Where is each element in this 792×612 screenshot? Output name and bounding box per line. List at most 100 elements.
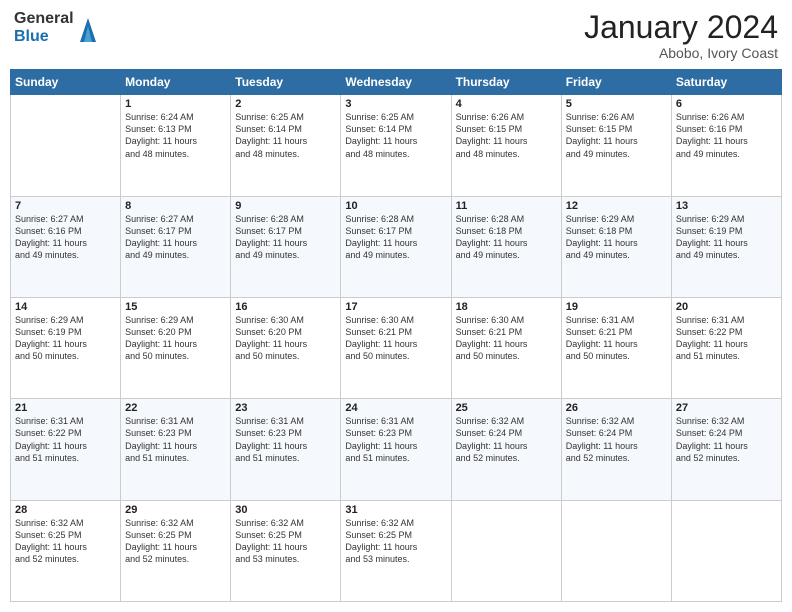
calendar-cell (11, 95, 121, 196)
day-info: Sunrise: 6:31 AMSunset: 6:22 PMDaylight:… (676, 314, 777, 363)
calendar-header-row: Sunday Monday Tuesday Wednesday Thursday… (11, 70, 782, 95)
day-number: 4 (456, 98, 557, 110)
week-row-1: 1Sunrise: 6:24 AMSunset: 6:13 PMDaylight… (11, 95, 782, 196)
calendar-cell: 3Sunrise: 6:25 AMSunset: 6:14 PMDaylight… (341, 95, 451, 196)
logo-icon (78, 14, 98, 42)
calendar-cell: 27Sunrise: 6:32 AMSunset: 6:24 PMDayligh… (671, 399, 781, 500)
calendar-cell: 19Sunrise: 6:31 AMSunset: 6:21 PMDayligh… (561, 297, 671, 398)
col-header-friday: Friday (561, 70, 671, 95)
day-info: Sunrise: 6:29 AMSunset: 6:18 PMDaylight:… (566, 213, 667, 262)
calendar-cell: 2Sunrise: 6:25 AMSunset: 6:14 PMDaylight… (231, 95, 341, 196)
logo-blue: Blue (14, 28, 74, 46)
calendar-cell: 14Sunrise: 6:29 AMSunset: 6:19 PMDayligh… (11, 297, 121, 398)
calendar-cell (671, 500, 781, 601)
day-number: 20 (676, 301, 777, 313)
day-info: Sunrise: 6:27 AMSunset: 6:17 PMDaylight:… (125, 213, 226, 262)
day-info: Sunrise: 6:28 AMSunset: 6:17 PMDaylight:… (345, 213, 446, 262)
calendar-cell: 9Sunrise: 6:28 AMSunset: 6:17 PMDaylight… (231, 196, 341, 297)
day-number: 5 (566, 98, 667, 110)
day-info: Sunrise: 6:29 AMSunset: 6:19 PMDaylight:… (15, 314, 116, 363)
calendar-cell (561, 500, 671, 601)
day-number: 9 (235, 200, 336, 212)
calendar-cell (451, 500, 561, 601)
week-row-5: 28Sunrise: 6:32 AMSunset: 6:25 PMDayligh… (11, 500, 782, 601)
day-info: Sunrise: 6:32 AMSunset: 6:25 PMDaylight:… (125, 517, 226, 566)
day-number: 15 (125, 301, 226, 313)
day-number: 2 (235, 98, 336, 110)
day-number: 19 (566, 301, 667, 313)
calendar-cell: 6Sunrise: 6:26 AMSunset: 6:16 PMDaylight… (671, 95, 781, 196)
calendar-cell: 29Sunrise: 6:32 AMSunset: 6:25 PMDayligh… (121, 500, 231, 601)
day-number: 17 (345, 301, 446, 313)
day-number: 23 (235, 402, 336, 414)
calendar-cell: 31Sunrise: 6:32 AMSunset: 6:25 PMDayligh… (341, 500, 451, 601)
day-info: Sunrise: 6:29 AMSunset: 6:20 PMDaylight:… (125, 314, 226, 363)
day-info: Sunrise: 6:31 AMSunset: 6:22 PMDaylight:… (15, 415, 116, 464)
logo: General Blue (14, 10, 98, 45)
day-number: 6 (676, 98, 777, 110)
day-info: Sunrise: 6:32 AMSunset: 6:25 PMDaylight:… (235, 517, 336, 566)
day-number: 14 (15, 301, 116, 313)
col-header-monday: Monday (121, 70, 231, 95)
day-number: 21 (15, 402, 116, 414)
calendar-table: Sunday Monday Tuesday Wednesday Thursday… (10, 69, 782, 602)
day-number: 12 (566, 200, 667, 212)
calendar-cell: 17Sunrise: 6:30 AMSunset: 6:21 PMDayligh… (341, 297, 451, 398)
calendar-cell: 15Sunrise: 6:29 AMSunset: 6:20 PMDayligh… (121, 297, 231, 398)
title-block: January 2024 Abobo, Ivory Coast (584, 10, 778, 61)
day-number: 16 (235, 301, 336, 313)
day-info: Sunrise: 6:25 AMSunset: 6:14 PMDaylight:… (235, 111, 336, 160)
day-info: Sunrise: 6:31 AMSunset: 6:23 PMDaylight:… (235, 415, 336, 464)
day-info: Sunrise: 6:29 AMSunset: 6:19 PMDaylight:… (676, 213, 777, 262)
day-info: Sunrise: 6:26 AMSunset: 6:16 PMDaylight:… (676, 111, 777, 160)
day-info: Sunrise: 6:32 AMSunset: 6:25 PMDaylight:… (15, 517, 116, 566)
calendar-cell: 23Sunrise: 6:31 AMSunset: 6:23 PMDayligh… (231, 399, 341, 500)
day-info: Sunrise: 6:26 AMSunset: 6:15 PMDaylight:… (566, 111, 667, 160)
calendar-cell: 24Sunrise: 6:31 AMSunset: 6:23 PMDayligh… (341, 399, 451, 500)
day-number: 22 (125, 402, 226, 414)
title-month: January 2024 (584, 10, 778, 45)
day-info: Sunrise: 6:25 AMSunset: 6:14 PMDaylight:… (345, 111, 446, 160)
day-number: 11 (456, 200, 557, 212)
day-info: Sunrise: 6:30 AMSunset: 6:21 PMDaylight:… (456, 314, 557, 363)
calendar-cell: 22Sunrise: 6:31 AMSunset: 6:23 PMDayligh… (121, 399, 231, 500)
day-info: Sunrise: 6:31 AMSunset: 6:23 PMDaylight:… (345, 415, 446, 464)
day-number: 7 (15, 200, 116, 212)
day-info: Sunrise: 6:32 AMSunset: 6:24 PMDaylight:… (676, 415, 777, 464)
day-number: 10 (345, 200, 446, 212)
day-number: 26 (566, 402, 667, 414)
day-number: 25 (456, 402, 557, 414)
calendar-cell: 30Sunrise: 6:32 AMSunset: 6:25 PMDayligh… (231, 500, 341, 601)
day-number: 24 (345, 402, 446, 414)
col-header-tuesday: Tuesday (231, 70, 341, 95)
day-number: 31 (345, 504, 446, 516)
week-row-3: 14Sunrise: 6:29 AMSunset: 6:19 PMDayligh… (11, 297, 782, 398)
day-info: Sunrise: 6:28 AMSunset: 6:18 PMDaylight:… (456, 213, 557, 262)
calendar-cell: 11Sunrise: 6:28 AMSunset: 6:18 PMDayligh… (451, 196, 561, 297)
col-header-wednesday: Wednesday (341, 70, 451, 95)
calendar-cell: 8Sunrise: 6:27 AMSunset: 6:17 PMDaylight… (121, 196, 231, 297)
calendar-cell: 10Sunrise: 6:28 AMSunset: 6:17 PMDayligh… (341, 196, 451, 297)
day-info: Sunrise: 6:32 AMSunset: 6:24 PMDaylight:… (566, 415, 667, 464)
day-info: Sunrise: 6:32 AMSunset: 6:25 PMDaylight:… (345, 517, 446, 566)
day-number: 27 (676, 402, 777, 414)
day-info: Sunrise: 6:30 AMSunset: 6:20 PMDaylight:… (235, 314, 336, 363)
week-row-4: 21Sunrise: 6:31 AMSunset: 6:22 PMDayligh… (11, 399, 782, 500)
calendar-cell: 13Sunrise: 6:29 AMSunset: 6:19 PMDayligh… (671, 196, 781, 297)
day-number: 1 (125, 98, 226, 110)
header: General Blue January 2024 Abobo, Ivory C… (10, 10, 782, 61)
page: General Blue January 2024 Abobo, Ivory C… (0, 0, 792, 612)
day-number: 3 (345, 98, 446, 110)
week-row-2: 7Sunrise: 6:27 AMSunset: 6:16 PMDaylight… (11, 196, 782, 297)
col-header-thursday: Thursday (451, 70, 561, 95)
day-info: Sunrise: 6:24 AMSunset: 6:13 PMDaylight:… (125, 111, 226, 160)
day-info: Sunrise: 6:31 AMSunset: 6:23 PMDaylight:… (125, 415, 226, 464)
col-header-saturday: Saturday (671, 70, 781, 95)
logo-general: General (14, 10, 74, 28)
calendar-cell: 5Sunrise: 6:26 AMSunset: 6:15 PMDaylight… (561, 95, 671, 196)
day-info: Sunrise: 6:30 AMSunset: 6:21 PMDaylight:… (345, 314, 446, 363)
day-info: Sunrise: 6:28 AMSunset: 6:17 PMDaylight:… (235, 213, 336, 262)
day-info: Sunrise: 6:26 AMSunset: 6:15 PMDaylight:… (456, 111, 557, 160)
calendar-cell: 1Sunrise: 6:24 AMSunset: 6:13 PMDaylight… (121, 95, 231, 196)
day-info: Sunrise: 6:27 AMSunset: 6:16 PMDaylight:… (15, 213, 116, 262)
